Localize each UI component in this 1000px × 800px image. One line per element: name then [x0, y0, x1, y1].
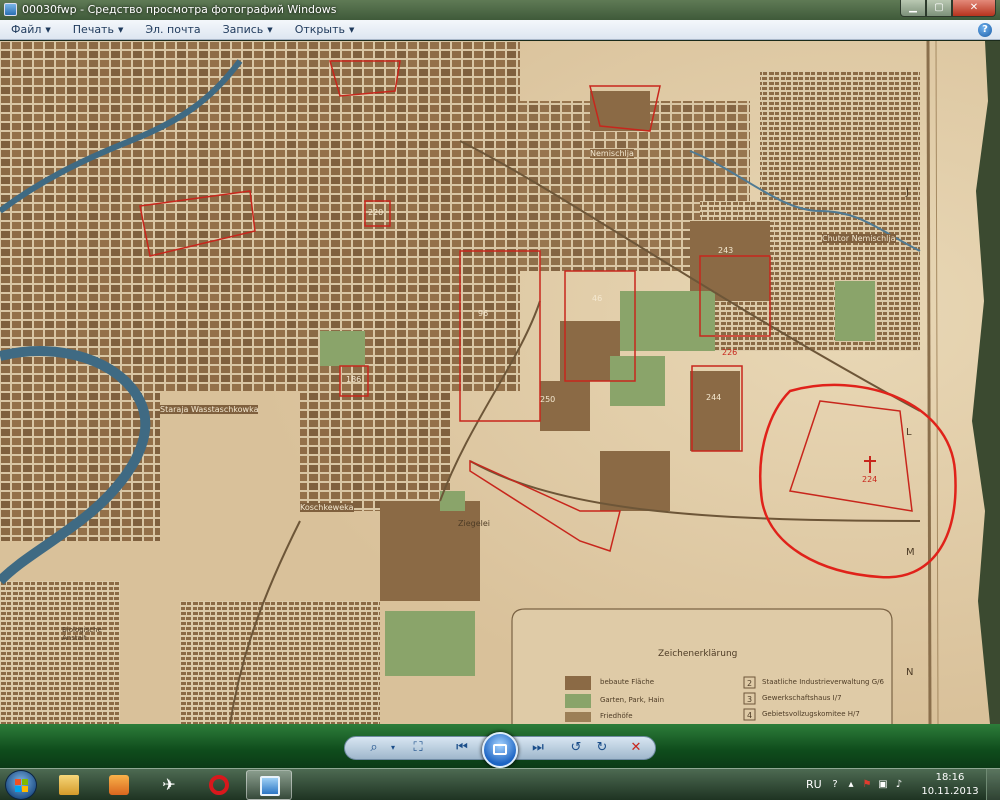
map-image: 2 3 4	[0, 41, 1000, 724]
show-hidden-icons[interactable]: ▴	[844, 778, 858, 792]
volume-icon[interactable]: ♪	[892, 778, 906, 792]
menu-print[interactable]: Печать ▼	[62, 23, 135, 36]
slideshow-icon	[493, 744, 507, 755]
delete-icon[interactable]: ✕	[626, 739, 646, 757]
photo-viewer-app-icon	[4, 3, 17, 16]
maximize-button[interactable]: ▢	[926, 0, 952, 17]
minimize-button[interactable]: ▁	[900, 0, 926, 17]
taskbar-explorer[interactable]	[46, 770, 92, 800]
rotate-left-icon[interactable]: ↺	[566, 739, 586, 757]
menu-burn[interactable]: Запись ▼	[212, 23, 284, 36]
folder-icon	[59, 775, 79, 795]
menu-email-label: Эл. почта	[145, 23, 201, 36]
photo-viewer-icon	[260, 776, 280, 796]
action-center-icon[interactable]: ⚑	[860, 778, 874, 792]
clock[interactable]: 18:16 10.11.2013	[920, 771, 980, 799]
menu-bar: Файл ▼ Печать ▼ Эл. почта Запись ▼ Откры…	[0, 20, 1000, 40]
slideshow-button[interactable]	[482, 732, 518, 768]
taskbar-media-player[interactable]	[96, 770, 142, 800]
taskbar-app-3[interactable]: ✈	[146, 770, 192, 800]
zoom-icon[interactable]: ⌕	[364, 739, 384, 757]
close-button[interactable]: ✕	[952, 0, 996, 17]
taskbar: ✈ RU ? ▴ ⚑ ▣ ♪ 18:16 10.11.2013	[0, 768, 1000, 800]
language-indicator[interactable]: RU	[806, 778, 822, 791]
svg-text:4: 4	[747, 711, 752, 720]
system-tray: RU ? ▴ ⚑ ▣ ♪ 18:16 10.11.2013	[800, 769, 1000, 800]
previous-icon[interactable]: ⏮	[452, 739, 472, 757]
app-icon: ✈	[162, 775, 176, 794]
menu-print-label: Печать	[72, 23, 114, 36]
chevron-down-icon: ▼	[348, 25, 355, 34]
clock-time: 18:16	[935, 772, 965, 783]
taskbar-opera[interactable]	[196, 770, 242, 800]
zoom-dropdown-icon[interactable]: ▾	[383, 739, 403, 757]
show-desktop-button[interactable]	[986, 769, 1000, 800]
chevron-down-icon: ▼	[267, 25, 273, 34]
chevron-down-icon: ▼	[117, 25, 124, 34]
menu-file[interactable]: Файл ▼	[0, 23, 62, 36]
help-tray-icon[interactable]: ?	[828, 778, 842, 792]
svg-text:3: 3	[747, 695, 752, 704]
windows-logo-icon	[15, 779, 29, 793]
help-icon[interactable]: ?	[978, 23, 992, 37]
photo-display[interactable]: 2 3 4 Nemischlja Chutor Nemischlja Stara…	[0, 41, 1000, 724]
network-icon[interactable]: ▣	[876, 778, 890, 792]
menu-open[interactable]: Открыть ▼	[284, 23, 366, 36]
taskbar-photo-viewer[interactable]	[246, 770, 292, 800]
menu-burn-label: Запись	[222, 23, 264, 36]
window-controls: ▁ ▢ ✕	[900, 0, 996, 18]
rotate-right-icon[interactable]: ↻	[592, 739, 612, 757]
menu-file-label: Файл	[11, 23, 42, 36]
fit-to-window-icon[interactable]: ⛶	[408, 739, 428, 757]
opera-icon	[209, 775, 229, 795]
menu-email[interactable]: Эл. почта	[134, 23, 211, 36]
title-bar: 00030fwp - Средство просмотра фотографий…	[0, 0, 1000, 20]
next-icon[interactable]: ⏭	[528, 739, 548, 757]
menu-open-label: Открыть	[294, 23, 345, 36]
chevron-down-icon: ▼	[45, 25, 51, 34]
window-title: 00030fwp - Средство просмотра фотографий…	[22, 3, 337, 16]
media-player-icon	[109, 775, 129, 795]
start-button[interactable]	[5, 770, 37, 800]
svg-text:2: 2	[747, 679, 752, 688]
clock-date: 10.11.2013	[921, 786, 979, 797]
